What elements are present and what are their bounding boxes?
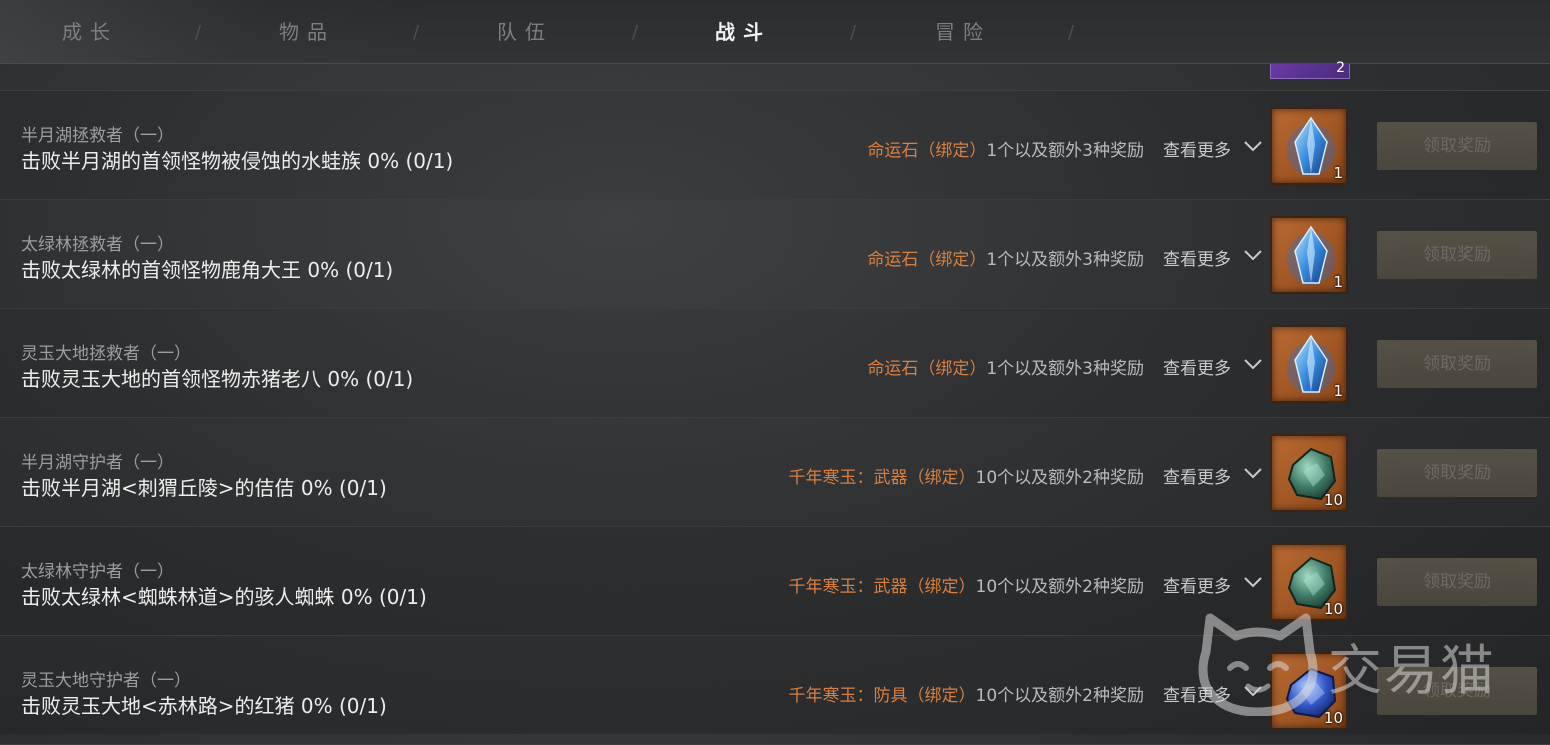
achievement-description: 击败半月湖的首领怪物被侵蚀的水蛙族 0% (0/1) xyxy=(21,149,454,173)
tab-adventure[interactable]: 冒险 xyxy=(903,16,1023,45)
view-more-button[interactable]: 查看更多 xyxy=(1163,463,1231,488)
reward-item-name: 千年寒玉：武器（绑定） xyxy=(788,468,976,488)
reward-summary: 命运石（绑定）1个以及额外3种奖励 xyxy=(867,245,1144,270)
reward-extra-text: 1个以及额外3种奖励 xyxy=(986,359,1144,379)
view-more-button[interactable]: 查看更多 xyxy=(1163,245,1231,270)
chevron-down-icon[interactable] xyxy=(1243,684,1263,698)
item-count: 10 xyxy=(1323,600,1343,618)
view-more-button[interactable]: 查看更多 xyxy=(1163,354,1231,379)
claim-reward-button[interactable]: 领取奖励 xyxy=(1377,122,1537,170)
item-count: 10 xyxy=(1323,709,1343,727)
claim-reward-label: 领取奖励 xyxy=(1423,463,1491,483)
reward-item-name: 命运石（绑定） xyxy=(867,250,987,270)
claim-reward-button[interactable]: 领取奖励 xyxy=(1377,231,1537,279)
item-count: 1 xyxy=(1333,273,1343,291)
green-jade-icon[interactable]: 10 xyxy=(1270,543,1348,621)
achievement-row: 灵玉大地拯救者（一） 击败灵玉大地的首领怪物赤猪老八 0% (0/1) 命运石（绑定… xyxy=(0,309,1550,418)
view-more-button[interactable]: 查看更多 xyxy=(1163,681,1231,706)
achievement-description: 击败太绿林的首领怪物鹿角大王 0% (0/1) xyxy=(21,258,394,282)
achievement-description: 击败太绿林<蜘蛛林道>的骇人蜘蛛 0% (0/1) xyxy=(21,585,427,609)
reward-item-name: 千年寒玉：防具（绑定） xyxy=(788,686,976,706)
achievement-title: 太绿林守护者（一） xyxy=(21,562,174,582)
reward-extra-text: 10个以及额外2种奖励 xyxy=(975,577,1144,597)
item-count: 1 xyxy=(1333,164,1343,182)
achievement-row: 半月湖拯救者（一） 击败半月湖的首领怪物被侵蚀的水蛙族 0% (0/1) 命运石（绑… xyxy=(0,91,1550,200)
achievement-row: 太绿林拯救者（一） 击败太绿林的首领怪物鹿角大王 0% (0/1) 命运石（绑定）1… xyxy=(0,200,1550,309)
tab-separator: / xyxy=(1068,22,1075,43)
tab-bar: 成长 / 物品 / 队伍 / 战斗 / 冒险 / xyxy=(0,0,1550,64)
tab-separator: / xyxy=(413,22,420,43)
claim-reward-button[interactable]: 领取奖励 xyxy=(1377,449,1537,497)
achievement-title: 半月湖守护者（一） xyxy=(21,453,174,473)
claim-reward-button[interactable]: 领取奖励 xyxy=(1377,340,1537,388)
claim-reward-label: 领取奖励 xyxy=(1423,245,1491,265)
tab-separator: / xyxy=(195,22,202,43)
tab-separator: / xyxy=(632,22,639,43)
achievement-title: 灵玉大地拯救者（一） xyxy=(21,344,191,364)
chevron-down-icon[interactable] xyxy=(1243,357,1263,371)
achievement-description: 击败灵玉大地<赤林路>的红猪 0% (0/1) xyxy=(21,694,387,718)
reward-extra-text: 10个以及额外2种奖励 xyxy=(975,686,1144,706)
reward-extra-text: 10个以及额外2种奖励 xyxy=(975,468,1144,488)
reward-extra-text: 1个以及额外3种奖励 xyxy=(986,141,1144,161)
achievement-title: 灵玉大地守护者（一） xyxy=(21,671,191,691)
achievement-row: 太绿林守护者（一） 击败太绿林<蜘蛛林道>的骇人蜘蛛 0% (0/1) 千年寒玉：武… xyxy=(0,527,1550,636)
reward-summary: 千年寒玉：防具（绑定）10个以及额外2种奖励 xyxy=(789,681,1144,706)
achievement-title: 太绿林拯救者（一） xyxy=(21,235,174,255)
blue-crystal-icon[interactable]: 1 xyxy=(1270,107,1348,185)
blue-crystal-icon[interactable]: 1 xyxy=(1270,216,1348,294)
green-jade-icon[interactable]: 10 xyxy=(1270,434,1348,512)
claim-reward-button[interactable]: 领取奖励 xyxy=(1377,558,1537,606)
tab-growth[interactable]: 成长 xyxy=(30,16,150,45)
view-more-button[interactable]: 查看更多 xyxy=(1163,572,1231,597)
chevron-down-icon[interactable] xyxy=(1243,575,1263,589)
item-count: 1 xyxy=(1333,382,1343,400)
achievement-row: 半月湖守护者（一） 击败半月湖<刺猬丘陵>的佶佶 0% (0/1) 千年寒玉：武器（… xyxy=(0,418,1550,527)
achievement-title: 半月湖拯救者（一） xyxy=(21,126,174,146)
claim-reward-button[interactable]: 领取奖励 xyxy=(1377,667,1537,715)
reward-summary: 千年寒玉：武器（绑定）10个以及额外2种奖励 xyxy=(789,572,1144,597)
blue-crystal-icon[interactable]: 1 xyxy=(1270,325,1348,403)
reward-item-name: 命运石（绑定） xyxy=(867,359,987,379)
purple-item-icon: 2 xyxy=(1270,60,1350,79)
item-count: 2 xyxy=(1336,60,1345,76)
tab-team[interactable]: 队伍 xyxy=(465,16,585,45)
item-count: 10 xyxy=(1323,491,1343,509)
claim-reward-label: 领取奖励 xyxy=(1423,681,1491,701)
reward-item-name: 千年寒玉：武器（绑定） xyxy=(788,577,976,597)
reward-summary: 千年寒玉：武器（绑定）10个以及额外2种奖励 xyxy=(789,463,1144,488)
claim-reward-label: 领取奖励 xyxy=(1423,572,1491,592)
chevron-down-icon[interactable] xyxy=(1243,466,1263,480)
view-more-button[interactable]: 查看更多 xyxy=(1163,136,1231,161)
claim-reward-label: 领取奖励 xyxy=(1423,136,1491,156)
chevron-down-icon[interactable] xyxy=(1243,248,1263,262)
achievement-description: 击败灵玉大地的首领怪物赤猪老八 0% (0/1) xyxy=(21,367,414,391)
reward-extra-text: 1个以及额外3种奖励 xyxy=(986,250,1144,270)
reward-summary: 命运石（绑定）1个以及额外3种奖励 xyxy=(867,136,1144,161)
achievement-row: 灵玉大地守护者（一） 击败灵玉大地<赤林路>的红猪 0% (0/1) 千年寒玉：防具… xyxy=(0,636,1550,745)
achievement-description: 击败半月湖<刺猬丘陵>的佶佶 0% (0/1) xyxy=(21,476,387,500)
claim-reward-label: 领取奖励 xyxy=(1423,354,1491,374)
tab-separator: / xyxy=(850,22,857,43)
reward-summary: 命运石（绑定）1个以及额外3种奖励 xyxy=(867,354,1144,379)
chevron-down-icon[interactable] xyxy=(1243,139,1263,153)
reward-item-name: 命运石（绑定） xyxy=(867,141,987,161)
tab-battle[interactable]: 战斗 xyxy=(683,16,803,45)
tab-items[interactable]: 物品 xyxy=(247,16,367,45)
blue-jade-icon[interactable]: 10 xyxy=(1270,652,1348,730)
